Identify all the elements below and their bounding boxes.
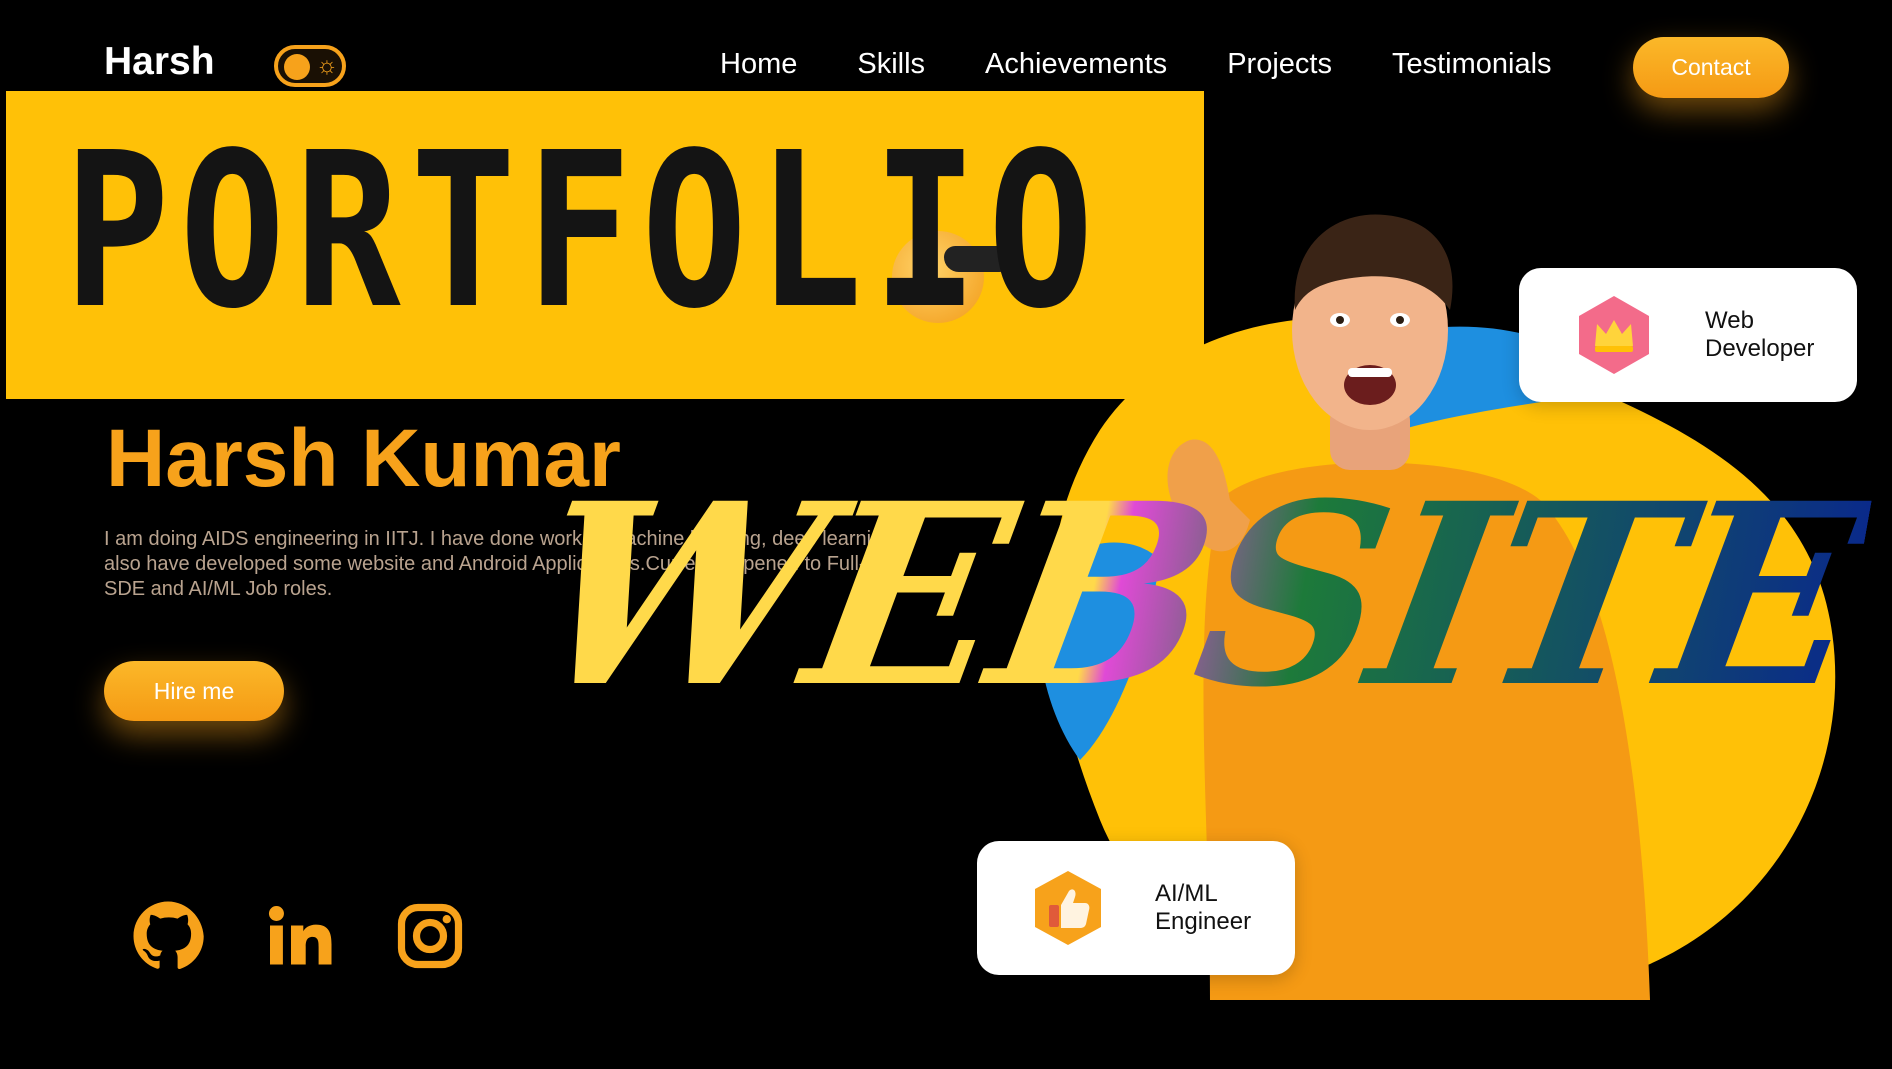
skill-card-aiml-engineer: AI/ML Engineer bbox=[977, 841, 1295, 975]
linkedin-icon[interactable] bbox=[264, 900, 336, 972]
card-label: AI/ML Engineer bbox=[1155, 880, 1251, 936]
card-line2: Engineer bbox=[1155, 908, 1252, 935]
hero-name: Harsh Kumar bbox=[106, 413, 621, 504]
card-line1: Web bbox=[1705, 307, 1754, 334]
website-overlay-text: WEBSITE bbox=[514, 448, 1881, 742]
brand-logo[interactable]: Harsh bbox=[104, 40, 215, 84]
banner-title: PORTFOLIO bbox=[64, 107, 1104, 356]
nav-achievements[interactable]: Achievements bbox=[985, 48, 1167, 81]
card-line2: Developer bbox=[1705, 335, 1815, 362]
hire-me-button[interactable]: Hire me bbox=[104, 661, 284, 721]
nav-testimonials[interactable]: Testimonials bbox=[1392, 48, 1552, 81]
skill-card-web-developer: Web Developer bbox=[1519, 268, 1857, 402]
theme-toggle[interactable]: ☼ bbox=[274, 45, 346, 87]
main-nav: Home Skills Achievements Projects Testim… bbox=[720, 48, 1612, 81]
nav-home[interactable]: Home bbox=[720, 48, 797, 81]
sun-icon: ☼ bbox=[316, 52, 338, 79]
toggle-knob bbox=[284, 54, 310, 80]
portfolio-banner: PORTFOLIO bbox=[6, 91, 1204, 399]
crown-icon bbox=[1579, 296, 1649, 374]
instagram-icon[interactable] bbox=[394, 900, 466, 972]
github-icon[interactable] bbox=[132, 900, 204, 972]
nav-projects[interactable]: Projects bbox=[1227, 48, 1332, 81]
contact-button[interactable]: Contact bbox=[1633, 37, 1789, 98]
thumbs-up-icon bbox=[1035, 871, 1101, 945]
card-label: Web Developer bbox=[1705, 307, 1814, 363]
nav-skills[interactable]: Skills bbox=[857, 48, 925, 81]
card-line1: AI/ML bbox=[1155, 880, 1218, 907]
